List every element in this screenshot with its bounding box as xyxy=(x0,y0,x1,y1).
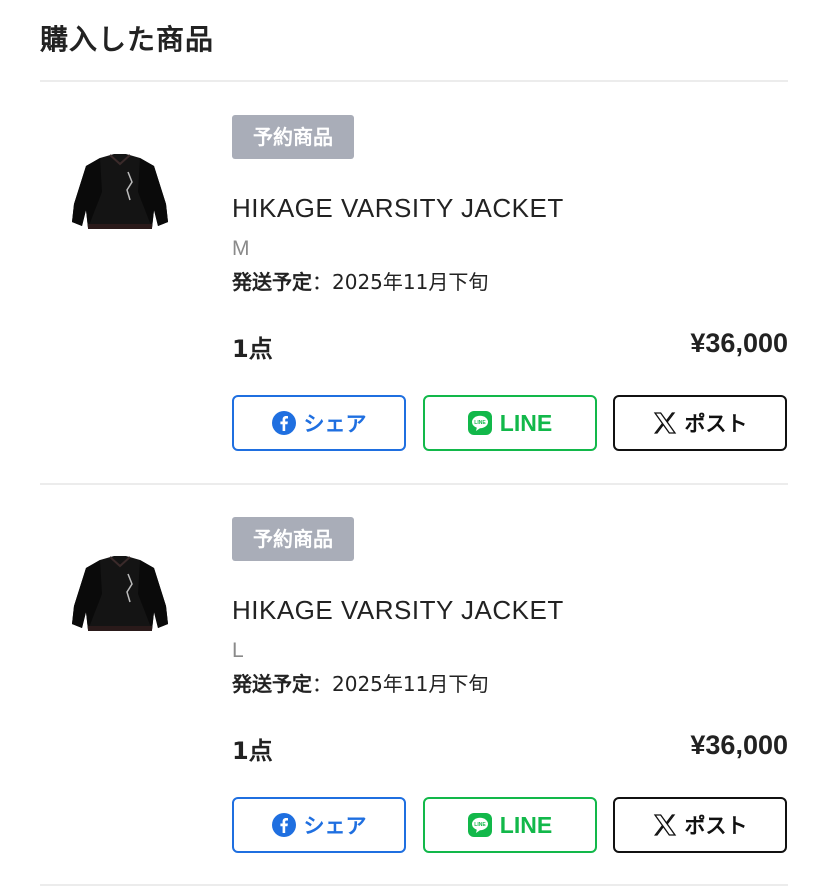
x-post-button[interactable]: ポスト xyxy=(613,797,787,853)
x-post-label: ポスト xyxy=(684,412,748,436)
product-thumbnail[interactable] xyxy=(70,152,170,236)
shipping-date: 2025年11月下旬 xyxy=(332,672,489,696)
facebook-share-button[interactable]: シェア xyxy=(232,797,406,853)
product-name[interactable]: HIKAGE VARSITY JACKET xyxy=(232,193,564,224)
product-thumbnail[interactable] xyxy=(70,554,170,638)
purchased-item: 予約商品 HIKAGE VARSITY JACKET L 発送予定：2025年1… xyxy=(0,484,828,886)
line-icon: LINE xyxy=(467,813,492,837)
product-name[interactable]: HIKAGE VARSITY JACKET xyxy=(232,595,564,626)
x-post-button[interactable]: ポスト xyxy=(613,395,787,451)
preorder-badge: 予約商品 xyxy=(232,115,354,159)
shipping-separator: ： xyxy=(312,270,332,294)
shipping-date: 2025年11月下旬 xyxy=(332,270,489,294)
purchased-item: 予約商品 HIKAGE VARSITY JACKET M 発送予定：2025年1… xyxy=(0,82,828,484)
line-share-button[interactable]: LINE LINE xyxy=(423,395,597,451)
line-share-label: LINE xyxy=(499,811,553,838)
page-title: 購入した商品 xyxy=(40,23,215,56)
price: ¥36,000 xyxy=(690,730,788,760)
divider xyxy=(40,884,788,886)
quantity: 1点 xyxy=(232,737,273,765)
facebook-icon xyxy=(271,813,296,837)
line-icon: LINE xyxy=(467,411,492,435)
preorder-badge: 予約商品 xyxy=(232,517,354,561)
product-size: L xyxy=(232,639,244,662)
facebook-icon xyxy=(271,411,296,435)
facebook-share-button[interactable]: シェア xyxy=(232,395,406,451)
facebook-share-label: シェア xyxy=(303,412,367,436)
svg-text:LINE: LINE xyxy=(474,420,486,426)
shipping-schedule: 発送予定：2025年11月下旬 xyxy=(232,668,488,697)
x-logo-icon xyxy=(653,411,677,435)
svg-text:LINE: LINE xyxy=(474,822,486,828)
x-logo-icon xyxy=(653,813,677,837)
x-post-label: ポスト xyxy=(684,814,748,838)
line-share-button[interactable]: LINE LINE xyxy=(423,797,597,853)
line-share-label: LINE xyxy=(499,409,553,436)
price: ¥36,000 xyxy=(690,328,788,358)
shipping-separator: ： xyxy=(312,672,332,696)
shipping-schedule: 発送予定：2025年11月下旬 xyxy=(232,266,488,295)
quantity: 1点 xyxy=(232,335,273,363)
shipping-label: 発送予定 xyxy=(232,672,312,696)
shipping-label: 発送予定 xyxy=(232,270,312,294)
product-size: M xyxy=(232,237,250,260)
facebook-share-label: シェア xyxy=(303,814,367,838)
